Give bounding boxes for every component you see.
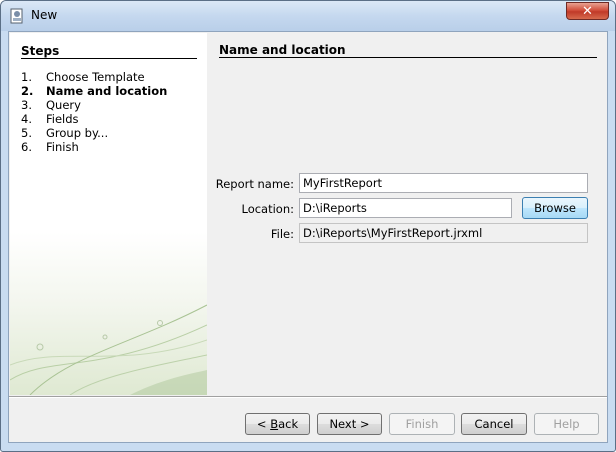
steps-divider [21, 58, 197, 59]
step-item-active: 2. Name and location [21, 84, 168, 98]
step-item: 6. Finish [21, 140, 79, 154]
finish-button[interactable]: Finish [389, 413, 455, 435]
step-item: 3. Query [21, 98, 81, 112]
button-bar-divider-highlight [9, 397, 607, 398]
title-bar[interactable]: New ✕ [1, 1, 615, 31]
location-label: Location: [241, 202, 294, 216]
dialog-window: New ✕ Steps 1. Choose Template 2. Name and… [0, 0, 616, 452]
report-wizard-icon [10, 8, 23, 24]
step-item: 1. Choose Template [21, 70, 145, 84]
browse-button[interactable]: Browse [522, 197, 588, 219]
dialog-client-area: Steps 1. Choose Template 2. Name and locat… [8, 31, 608, 443]
file-path-field: D:\iReports\MyFirstReport.jrxml [299, 223, 588, 243]
steps-title: Steps [21, 44, 60, 58]
report-name-field[interactable]: MyFirstReport [299, 173, 588, 193]
cancel-button[interactable]: Cancel [461, 413, 527, 435]
location-field[interactable]: D:\iReports [299, 198, 512, 218]
window-title: New [31, 8, 58, 22]
content-divider [219, 57, 597, 58]
step-item: 5. Group by... [21, 126, 109, 140]
steps-panel: Steps 1. Choose Template 2. Name and locat… [10, 33, 207, 395]
content-title: Name and location [219, 43, 346, 57]
file-label: File: [270, 227, 294, 241]
help-button[interactable]: Help [534, 413, 599, 435]
step-item: 4. Fields [21, 112, 79, 126]
decorative-swirl-art [10, 304, 207, 395]
close-icon: ✕ [582, 4, 593, 19]
close-button[interactable]: ✕ [566, 2, 609, 20]
next-button[interactable]: Next > [317, 413, 382, 435]
steps-list: 1. Choose Template 2. Name and location 3.… [21, 70, 167, 154]
back-button[interactable]: < Back [245, 413, 310, 435]
report-name-label: Report name: [215, 177, 294, 191]
